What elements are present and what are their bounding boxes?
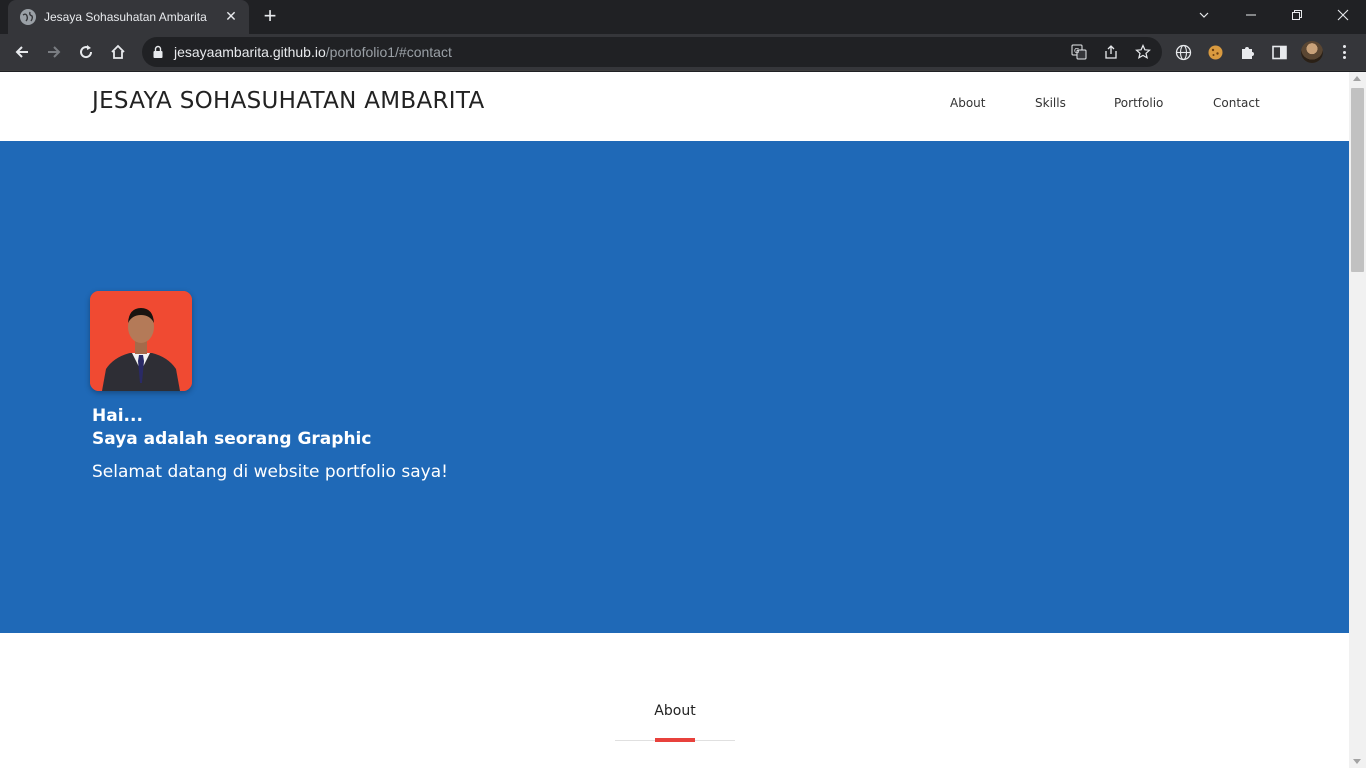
translate-icon[interactable]: G [1070, 43, 1088, 61]
minimize-button[interactable] [1228, 0, 1274, 30]
svg-text:G: G [1074, 47, 1079, 55]
browser-tab[interactable]: Jesaya Sohasuhatan Ambarita ✕ [8, 0, 249, 34]
site-navbar: JESAYA SOHASUHATAN AMBARITA About Skills… [0, 72, 1349, 141]
side-panel-icon[interactable] [1270, 43, 1288, 61]
scrollbar-thumb[interactable] [1351, 88, 1364, 272]
nav-link-portfolio[interactable]: Portfolio [1114, 96, 1163, 110]
page-viewport: JESAYA SOHASUHATAN AMBARITA About Skills… [0, 72, 1366, 768]
url-text[interactable]: jesayaambarita.github.io/portofolio1/#co… [174, 44, 452, 60]
about-section-title: About [654, 703, 696, 719]
address-bar[interactable]: jesayaambarita.github.io/portofolio1/#co… [142, 37, 1162, 67]
nav-link-skills[interactable]: Skills [1035, 96, 1066, 110]
bookmark-star-icon[interactable] [1134, 43, 1152, 61]
restore-button[interactable] [1274, 0, 1320, 30]
tab-title: Jesaya Sohasuhatan Ambarita [44, 10, 207, 24]
hero-role-text: Saya adalah seorang Graphic [92, 429, 372, 449]
back-button[interactable] [9, 39, 35, 65]
nav-link-contact[interactable]: Contact [1213, 96, 1260, 110]
url-path: /portofolio1/#contact [325, 44, 452, 60]
tab-search-icon[interactable] [1181, 0, 1227, 30]
extension-globe-icon[interactable] [1174, 43, 1192, 61]
home-button[interactable] [105, 39, 131, 65]
section-accent-bar [655, 738, 695, 742]
new-tab-button[interactable]: + [259, 5, 281, 28]
close-tab-icon[interactable]: ✕ [223, 9, 239, 25]
page-scrollbar[interactable] [1349, 72, 1366, 768]
lock-icon[interactable] [152, 45, 164, 59]
globe-icon [20, 9, 36, 25]
extensions-puzzle-icon[interactable] [1238, 43, 1256, 61]
url-host: jesayaambarita.github.io [174, 44, 326, 60]
share-icon[interactable] [1102, 43, 1120, 61]
close-window-button[interactable] [1320, 0, 1366, 30]
browser-toolbar: jesayaambarita.github.io/portofolio1/#co… [0, 34, 1366, 71]
nav-link-about[interactable]: About [950, 96, 985, 110]
forward-button[interactable] [41, 39, 67, 65]
hero-section: Hai... Saya adalah seorang Graphic Selam… [0, 141, 1349, 633]
chrome-menu-icon[interactable] [1336, 43, 1352, 61]
profile-avatar[interactable] [1301, 41, 1323, 63]
scroll-up-arrow-icon[interactable] [1353, 76, 1361, 81]
hero-welcome-text: Selamat datang di website portfolio saya… [92, 462, 448, 482]
scroll-down-arrow-icon[interactable] [1353, 759, 1361, 764]
profile-photo [90, 291, 192, 391]
browser-tab-strip: Jesaya Sohasuhatan Ambarita ✕ + [0, 0, 1366, 34]
reload-button[interactable] [73, 39, 99, 65]
hero-greeting: Hai... [92, 406, 143, 426]
cookie-extension-icon[interactable] [1206, 43, 1224, 61]
site-brand[interactable]: JESAYA SOHASUHATAN AMBARITA [92, 88, 484, 114]
